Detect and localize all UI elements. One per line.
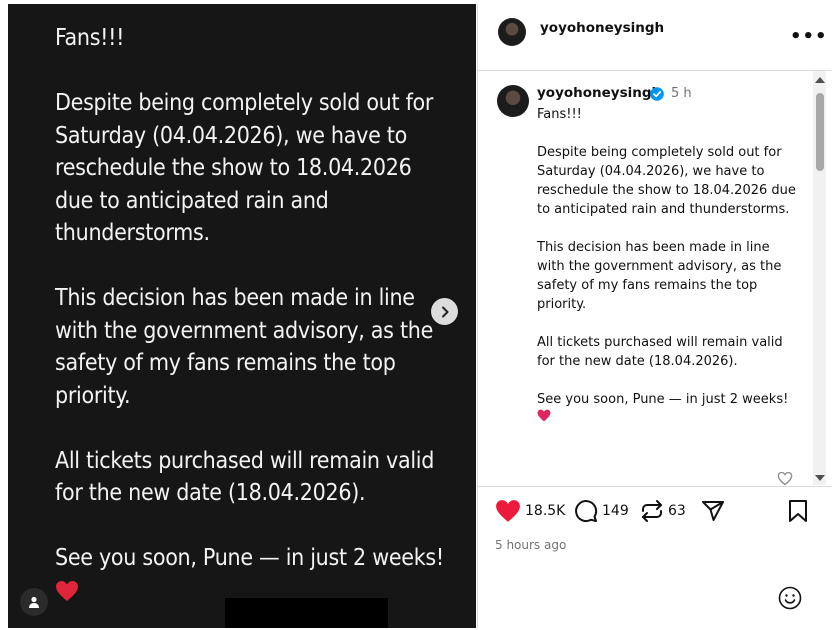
story-paragraph-5-text: See you soon, Pune — in just 2 weeks! [55,545,444,571]
story-paragraph-2-text: Despite being completely sold out for Sa… [55,90,434,246]
caption-paragraph-4: See you soon, Pune — in just 2 weeks! [537,390,799,428]
share-button[interactable] [701,499,725,523]
caption-avatar[interactable] [497,85,529,117]
caption-paragraph-3: All tickets purchased will remain valid … [537,335,783,369]
avatar[interactable] [498,18,526,46]
caption-like-heart-icon[interactable] [777,471,793,485]
caption-text: Despite being completely sold out for Sa… [537,143,799,428]
scroll-up-arrow-icon[interactable] [815,77,825,83]
caption-paragraph-2: This decision has been made in line with… [537,240,782,312]
post-side-panel: yoyohoneysingh ••• yoyohoneysingh 5 h Fa… [477,4,831,628]
caption-paragraph-1: Despite being completely sold out for Sa… [537,145,796,217]
comment-bubble-icon [575,500,598,523]
repost-count[interactable]: 63 [668,503,686,519]
save-button[interactable] [787,499,809,523]
red-heart-emoji-icon [56,581,78,601]
user-icon [29,596,39,608]
comments-section: yoyohoneysingh 5 h Fans!!! Despite being… [478,71,831,485]
post-actions: 18.5K 149 63 5 hours ago [478,486,831,577]
tagged-users-button[interactable] [20,588,48,616]
story-paragraph-4: All tickets purchased will remain valid … [55,447,435,507]
like-button[interactable]: 18.5K [495,499,565,523]
comment-count[interactable]: 149 [602,503,629,519]
emoji-smile-icon[interactable] [778,586,802,610]
story-paragraph-3: This decision has been made in line with… [55,285,433,409]
like-count[interactable]: 18.5K [525,503,565,519]
comment-button[interactable]: 149 [574,499,629,523]
redacted-block [225,598,388,628]
caption-first-line: Fans!!! [537,107,582,122]
caption-paragraph-4-text: See you soon, Pune — in just 2 weeks! [537,392,789,407]
posted-time[interactable]: 5 hours ago [495,538,566,552]
header-username[interactable]: yoyohoneysingh [540,20,664,36]
repost-button[interactable]: 63 [640,499,686,523]
pink-heart-emoji-icon [537,409,551,422]
add-comment-bar [478,576,831,628]
story-line-1: Fans!!! [55,25,125,51]
send-icon [702,501,724,521]
heart-filled-icon [496,500,520,522]
caption-username[interactable]: yoyohoneysingh [537,85,661,101]
post-image[interactable]: Fans!!! Despite being completely sold ou… [8,4,476,628]
post-image-text: Fans!!! Despite being completely sold ou… [55,22,455,607]
repost-icon [642,500,662,522]
next-image-button[interactable] [431,298,458,325]
caption-timestamp[interactable]: 5 h [671,86,692,101]
post-window: Fans!!! Despite being completely sold ou… [0,0,836,630]
chevron-right-icon [441,306,448,317]
scrollbar-thumb[interactable] [816,93,824,171]
bookmark-icon [789,500,807,522]
scroll-down-arrow-icon[interactable] [815,475,825,481]
story-paragraph-2: Despite being completely sold out for Sa… [55,87,455,250]
post-header: yoyohoneysingh ••• [478,4,831,71]
more-options-icon[interactable]: ••• [790,26,828,47]
verified-badge-icon [650,87,664,101]
